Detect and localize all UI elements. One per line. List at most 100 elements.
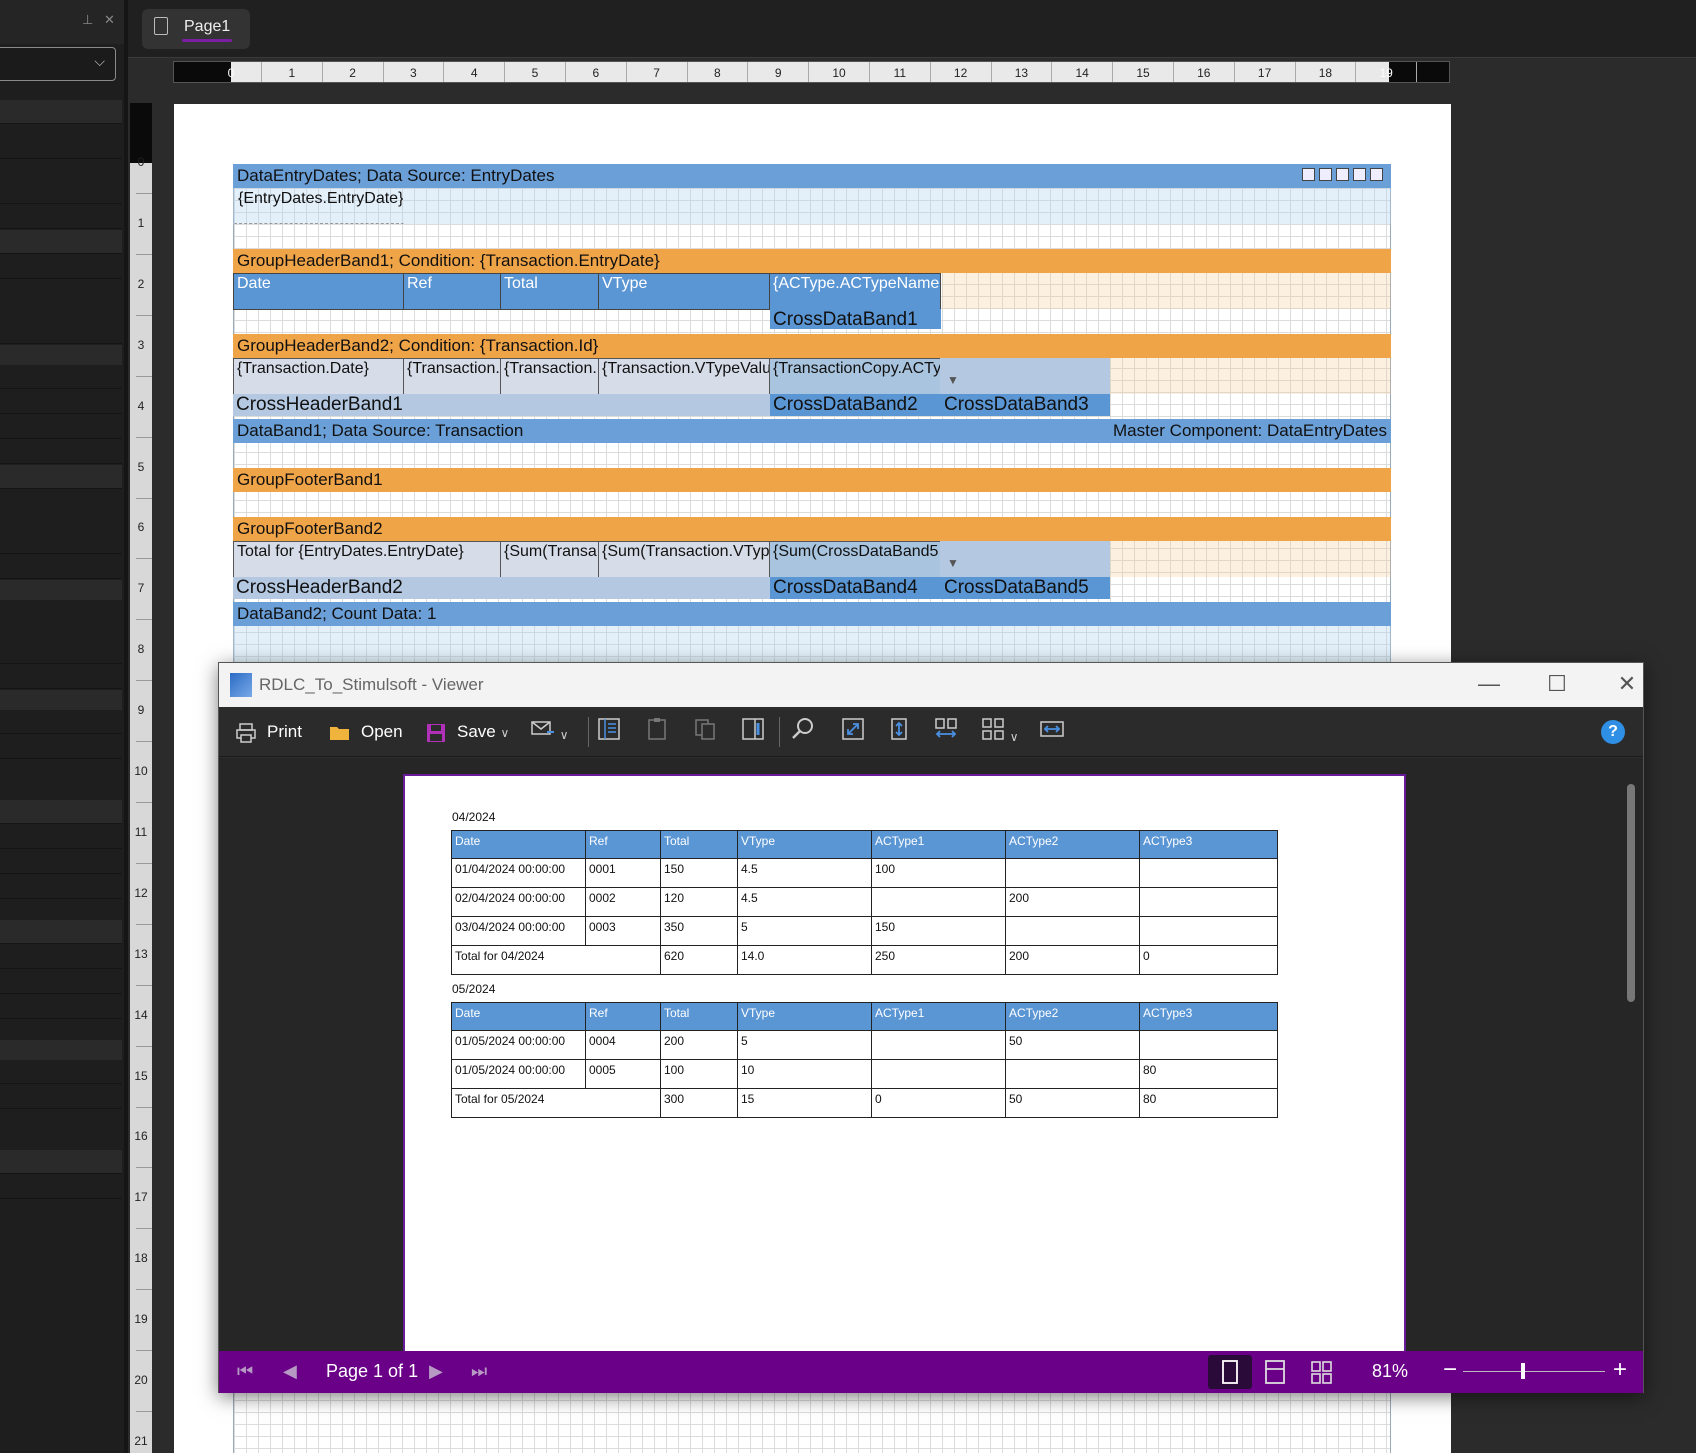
footer-cell-sum-cross[interactable]: {Sum(CrossDataBand5 (769, 541, 941, 578)
zoom-in-button[interactable]: + (1613, 1357, 1627, 1383)
header-cell-actypename[interactable]: {ACType.ACTypeName (769, 273, 941, 310)
last-page-icon[interactable]: ⏭ (471, 1361, 487, 1382)
left-panel-row[interactable] (0, 735, 122, 759)
left-panel-row[interactable] (0, 710, 122, 734)
band-group-header2[interactable]: GroupHeaderBand2; Condition: {Transactio… (233, 334, 1391, 358)
crossdata3-cell[interactable] (940, 358, 1110, 395)
band-group-footer2[interactable]: GroupFooterBand2 (233, 517, 1391, 541)
band-option-icon[interactable] (1336, 168, 1349, 181)
left-panel-row[interactable] (0, 995, 122, 1019)
tab-page1[interactable]: Page1 (142, 9, 250, 49)
left-panel-row[interactable] (0, 440, 122, 464)
minimize-button[interactable]: — (1469, 671, 1509, 697)
left-panel-row[interactable] (0, 555, 122, 579)
filter-icon[interactable]: ▼ (947, 373, 959, 387)
chevron-down-icon[interactable]: ∨ (1010, 730, 1019, 744)
parameters-button[interactable] (645, 717, 669, 747)
left-panel-row[interactable] (0, 1085, 122, 1109)
band-crossdata2[interactable]: CrossDataBand2 (770, 394, 941, 416)
zoom-slider-thumb[interactable] (1521, 1363, 1525, 1379)
left-panel-row[interactable] (0, 1150, 122, 1174)
help-button[interactable]: ? (1601, 720, 1625, 744)
left-panel-row[interactable] (0, 205, 122, 229)
band-option-icon[interactable] (1302, 168, 1315, 181)
left-panel-row[interactable] (0, 465, 122, 489)
band-databand2-body[interactable] (233, 626, 1391, 662)
find-button[interactable] (791, 717, 815, 747)
chevron-down-icon[interactable]: ∨ (500, 726, 509, 740)
detail-cell-actype[interactable]: {TransactionCopy.ACTy (769, 358, 941, 395)
maximize-button[interactable]: ☐ (1537, 671, 1577, 697)
bookmarks-button[interactable] (597, 717, 621, 747)
single-page-view-button[interactable] (1208, 1355, 1252, 1389)
left-panel-row[interactable] (0, 415, 122, 439)
viewer-title-bar[interactable]: RDLC_To_Stimulsoft - Viewer — ☐ ✕ (219, 663, 1643, 707)
footer-cell-total-label[interactable]: Total for {EntryDates.EntryDate} (233, 541, 501, 578)
close-icon[interactable]: ✕ (104, 12, 115, 28)
pin-icon[interactable]: ⊥ (82, 12, 93, 28)
multi-page-view-button[interactable] (1299, 1355, 1343, 1389)
left-panel-row[interactable] (0, 1175, 122, 1199)
band-crossheader2[interactable]: CrossHeaderBand2 (233, 577, 770, 599)
band-databand2[interactable]: DataBand2; Count Data: 1 (233, 602, 1391, 626)
footer-cell-sum-vtype[interactable]: {Sum(Transaction.VTyp (598, 541, 770, 578)
first-page-icon[interactable]: ⏮ (237, 1361, 253, 1382)
previous-page-icon[interactable]: ◀ (283, 1361, 297, 1382)
left-panel-row[interactable] (0, 800, 122, 824)
thumbnails-button[interactable] (693, 717, 717, 747)
page-indicator[interactable]: Page 1 of 1 (326, 1361, 418, 1382)
band-option-icon[interactable] (1353, 168, 1366, 181)
left-panel-row[interactable] (0, 365, 122, 389)
filter-icon[interactable]: ▼ (947, 556, 959, 570)
preview-area[interactable]: 04/2024 Date Ref Total VType ACType1 ACType2 AC… (219, 758, 1643, 1352)
left-panel-row[interactable] (0, 100, 122, 124)
header-cell-date[interactable]: Date (233, 273, 404, 310)
footer-cell-sum-total[interactable]: {Sum(Transa (500, 541, 599, 578)
band-crossdata4[interactable]: CrossDataBand4 (770, 577, 941, 599)
left-panel-dropdown[interactable]: ⌵ (0, 47, 116, 81)
left-panel-row[interactable] (0, 825, 122, 849)
left-panel-row[interactable] (0, 180, 122, 204)
header-cell-vtype[interactable]: VType (598, 273, 770, 310)
splitter[interactable] (124, 0, 128, 1453)
band-dataentrydates[interactable]: DataEntryDates; Data Source: EntryDates (233, 164, 1391, 188)
send-email-button[interactable]: ∨ (531, 717, 569, 747)
header-cell-total[interactable]: Total (500, 273, 599, 310)
left-panel-row[interactable] (0, 875, 122, 899)
left-panel-row[interactable] (0, 135, 122, 159)
full-screen-button[interactable] (841, 717, 865, 747)
zoom-out-button[interactable]: − (1443, 1357, 1457, 1383)
band-option-icon[interactable] (1370, 168, 1383, 181)
band-group-footer1[interactable]: GroupFooterBand1 (233, 468, 1391, 492)
left-panel-row[interactable] (0, 255, 122, 279)
band-databand1[interactable]: DataBand1; Data Source: Transaction Mast… (233, 419, 1391, 443)
save-button[interactable]: Save ∨ (425, 717, 509, 747)
left-panel-row[interactable] (0, 530, 122, 554)
band-crossheader1[interactable]: CrossHeaderBand1 (233, 394, 770, 416)
multiple-pages-button[interactable]: ∨ (981, 717, 1019, 747)
band-dataentrydates-body[interactable] (233, 188, 1391, 224)
next-page-icon[interactable]: ▶ (429, 1361, 443, 1382)
band-crossdata1[interactable]: CrossDataBand1 (770, 309, 941, 329)
page-height-button[interactable] (887, 717, 911, 747)
vertical-scrollbar[interactable] (1627, 784, 1635, 1002)
left-panel-row[interactable] (0, 945, 122, 969)
crossdata5-cell[interactable] (940, 541, 1110, 578)
left-panel-row[interactable] (0, 850, 122, 874)
band-crossdata5[interactable]: CrossDataBand5 (941, 577, 1110, 599)
left-panel-row[interactable] (0, 665, 122, 689)
left-panel-row[interactable] (0, 390, 122, 414)
left-panel-row[interactable] (0, 230, 122, 254)
fit-page-button[interactable] (1039, 717, 1065, 747)
page-width-button[interactable] (933, 717, 959, 747)
zoom-slider-track[interactable] (1463, 1371, 1605, 1372)
close-button[interactable]: ✕ (1607, 671, 1647, 697)
left-panel-row[interactable] (0, 320, 122, 344)
left-panel-row[interactable] (0, 970, 122, 994)
detail-cell-date[interactable]: {Transaction.Date} (233, 358, 404, 395)
detail-cell-ref[interactable]: {Transaction. (403, 358, 501, 395)
band-option-icon[interactable] (1319, 168, 1332, 181)
field-entry-date[interactable]: {EntryDates.EntryDate} (234, 188, 404, 224)
continuous-view-button[interactable] (1253, 1355, 1297, 1389)
header-cell-ref[interactable]: Ref (403, 273, 501, 310)
